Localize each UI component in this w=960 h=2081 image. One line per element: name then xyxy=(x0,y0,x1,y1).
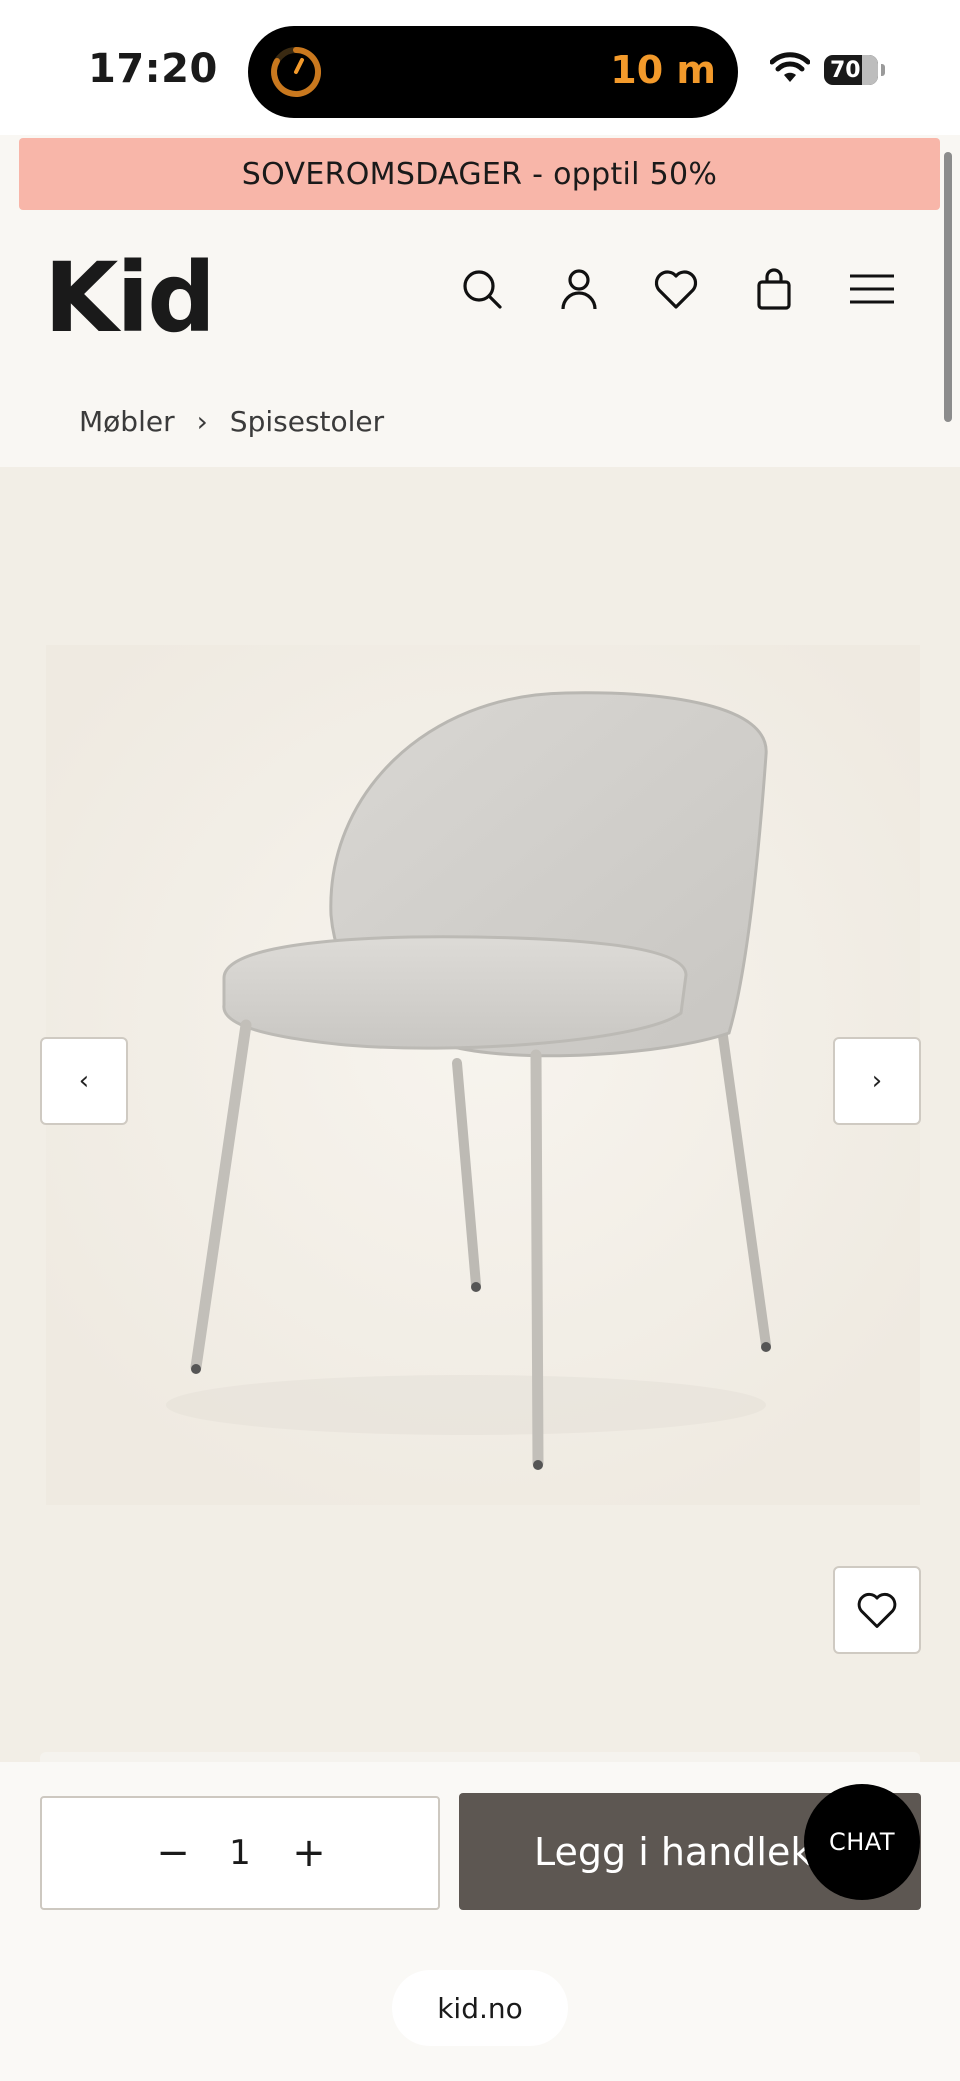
product-image xyxy=(46,645,920,1505)
promo-banner[interactable]: SOVEROMSDAGER - opptil 50% xyxy=(19,138,940,210)
shopping-bag-icon[interactable] xyxy=(750,265,798,313)
quantity-stepper: − 1 + xyxy=(40,1796,440,1910)
chat-button[interactable]: CHAT xyxy=(804,1784,920,1900)
status-bar: 17:20 10 m 70 xyxy=(0,0,960,135)
chevron-right-icon: › xyxy=(196,405,208,438)
chevron-left-icon: ‹ xyxy=(78,1066,90,1096)
heart-icon xyxy=(857,1592,897,1628)
kid-logo[interactable]: Kid xyxy=(44,250,216,346)
breadcrumb: Møbler › Spisestoler xyxy=(79,405,384,438)
add-to-wishlist-button[interactable] xyxy=(833,1566,921,1654)
status-time: 17:20 xyxy=(88,46,218,92)
battery-icon: 70 xyxy=(824,55,878,85)
wishlist-heart-icon[interactable] xyxy=(652,265,700,313)
decrease-quantity-button[interactable]: − xyxy=(146,1826,200,1880)
wifi-icon xyxy=(770,52,810,82)
site-header: Kid xyxy=(0,210,940,360)
scrollbar[interactable] xyxy=(944,152,952,422)
breadcrumb-item-mobler[interactable]: Møbler xyxy=(79,405,175,438)
quantity-value[interactable]: 1 xyxy=(218,1826,262,1880)
increase-quantity-button[interactable]: + xyxy=(282,1826,336,1880)
gallery-prev-button[interactable]: ‹ xyxy=(40,1037,128,1125)
battery-level: 70 xyxy=(830,58,861,83)
search-icon[interactable] xyxy=(458,265,506,313)
chevron-right-icon: › xyxy=(871,1066,883,1096)
timer-icon xyxy=(271,47,322,97)
product-gallery xyxy=(0,467,960,1762)
gallery-next-button[interactable]: › xyxy=(833,1037,921,1125)
menu-icon[interactable] xyxy=(848,265,896,313)
browser-url-bar[interactable]: kid.no xyxy=(392,1970,568,2046)
dynamic-island[interactable]: 10 m xyxy=(248,26,738,118)
breadcrumb-item-spisestoler[interactable]: Spisestoler xyxy=(230,405,384,438)
account-icon[interactable] xyxy=(555,265,603,313)
dining-chair-image xyxy=(46,645,920,1505)
timer-text: 10 m xyxy=(610,48,716,92)
